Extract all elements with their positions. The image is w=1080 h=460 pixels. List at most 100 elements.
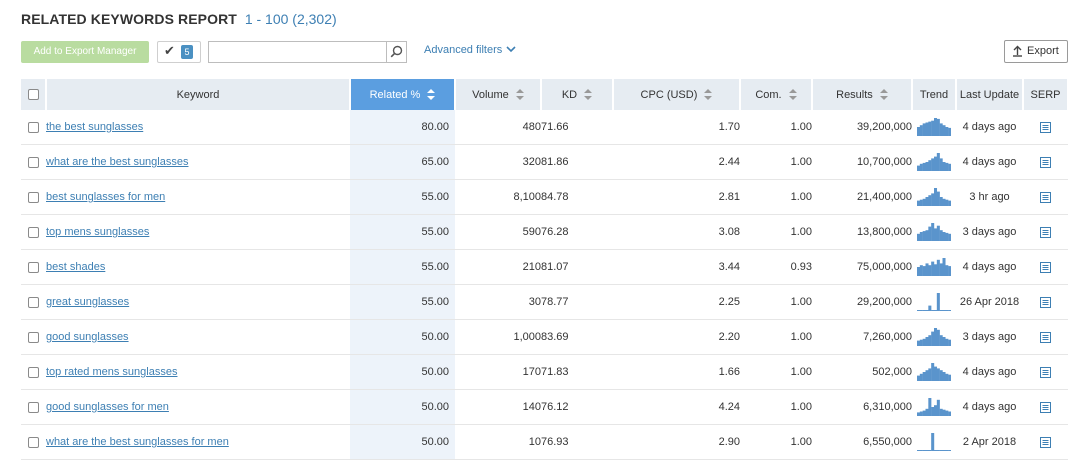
column-header-com[interactable]: Com. <box>740 79 813 110</box>
row-select-cell <box>21 424 46 460</box>
keyword-cell: the best sunglasses <box>46 110 350 145</box>
export-button[interactable]: Export <box>1004 40 1068 63</box>
column-header-trend: Trend <box>912 79 957 110</box>
serp-icon[interactable] <box>1040 366 1051 378</box>
trend-bar <box>948 310 951 311</box>
keyword-link[interactable]: top rated mens sunglasses <box>46 366 177 378</box>
column-header-cpc[interactable]: CPC (USD) <box>613 79 741 110</box>
results-cell: 75,000,000 <box>812 249 912 285</box>
trend-bar <box>934 366 938 381</box>
trend-bar <box>939 408 943 416</box>
trend-sparkline <box>917 363 951 381</box>
trend-bar <box>917 127 921 136</box>
keyword-link[interactable]: great sunglasses <box>46 296 129 308</box>
keyword-link[interactable]: what are the best sunglasses for men <box>46 436 229 448</box>
serp-icon[interactable] <box>1040 436 1051 448</box>
keyword-link[interactable]: what are the best sunglasses <box>46 156 188 168</box>
trend-bar <box>925 408 929 416</box>
last-update-cell: 4 days ago <box>956 249 1023 285</box>
trend-bar <box>917 200 921 206</box>
keyword-link[interactable]: top mens sunglasses <box>46 226 149 238</box>
trend-bar <box>925 263 929 276</box>
kd-cell: 76.28 <box>541 214 613 250</box>
search-input[interactable] <box>208 41 389 63</box>
serp-icon[interactable] <box>1040 401 1051 413</box>
table-row: best sunglasses for men 55.00 8,100 84.78 2.… <box>21 179 1068 215</box>
trend-bar <box>936 450 940 451</box>
cpc-cell: 2.90 <box>613 424 740 460</box>
trend-cell <box>912 214 956 250</box>
select-dropdown[interactable]: ✔ 5 <box>157 41 201 63</box>
cpc-cell: 2.20 <box>613 319 740 355</box>
row-checkbox[interactable] <box>28 191 39 203</box>
column-header-volume[interactable]: Volume <box>455 79 542 110</box>
column-header-keyword[interactable]: Keyword <box>46 79 351 110</box>
trend-bar <box>931 223 935 241</box>
trend-bar <box>928 398 932 416</box>
search-button[interactable] <box>386 41 407 63</box>
keyword-link[interactable]: best sunglasses for men <box>46 191 165 203</box>
trend-bar <box>925 122 929 136</box>
trend-sparkline <box>917 293 951 311</box>
kd-cell: 78.77 <box>541 284 613 320</box>
keyword-link[interactable]: good sunglasses <box>46 331 129 343</box>
trend-bar <box>936 191 940 206</box>
trend-bar <box>948 411 951 416</box>
trend-bar <box>948 339 951 346</box>
trend-bar <box>936 153 940 171</box>
row-checkbox[interactable] <box>28 436 39 448</box>
serp-icon[interactable] <box>1040 331 1051 343</box>
trend-bar <box>936 225 940 241</box>
row-checkbox[interactable] <box>28 331 39 343</box>
serp-cell <box>1023 179 1068 215</box>
trend-bar <box>919 339 923 346</box>
cpc-cell: 4.24 <box>613 389 740 425</box>
trend-bar <box>917 310 921 311</box>
advanced-filters-toggle[interactable]: Advanced filters <box>424 44 516 56</box>
trend-bar <box>917 375 921 381</box>
column-header-kd[interactable]: KD <box>541 79 614 110</box>
row-checkbox[interactable] <box>28 261 39 273</box>
row-checkbox[interactable] <box>28 401 39 413</box>
row-checkbox[interactable] <box>28 226 39 238</box>
row-checkbox[interactable] <box>28 121 39 133</box>
select-all-checkbox[interactable] <box>27 89 39 101</box>
kd-cell: 76.93 <box>541 424 613 460</box>
serp-icon[interactable] <box>1040 191 1051 203</box>
trend-bar <box>945 450 949 451</box>
column-header-results[interactable]: Results <box>812 79 913 110</box>
related-cell: 80.00 <box>350 110 455 145</box>
last-update-cell: 4 days ago <box>956 354 1023 390</box>
trend-bar <box>922 123 926 136</box>
trend-bar <box>948 233 951 241</box>
trend-bar <box>925 197 929 206</box>
row-checkbox[interactable] <box>28 156 39 168</box>
keyword-link[interactable]: the best sunglasses <box>46 121 143 133</box>
add-to-export-manager-button[interactable]: Add to Export Manager <box>21 41 149 63</box>
trend-bar <box>919 450 923 451</box>
cpc-cell: 1.70 <box>613 110 740 145</box>
volume-cell: 8,100 <box>455 179 541 215</box>
serp-icon[interactable] <box>1040 156 1051 168</box>
serp-cell <box>1023 249 1068 285</box>
trend-bar <box>922 410 926 416</box>
row-checkbox[interactable] <box>28 366 39 378</box>
serp-cell <box>1023 389 1068 425</box>
serp-icon[interactable] <box>1040 261 1051 273</box>
serp-icon[interactable] <box>1040 121 1051 133</box>
keywords-table: Keyword Related % Volume KD CPC (USD) Co… <box>21 79 1069 460</box>
keyword-cell: top mens sunglasses <box>46 214 350 250</box>
serp-cell <box>1023 110 1068 145</box>
row-select-cell <box>21 354 46 390</box>
table-row: top rated mens sunglasses 50.00 170 71.83 1.… <box>21 354 1068 390</box>
trend-bar <box>917 267 921 276</box>
column-header-related[interactable]: Related % <box>350 79 456 110</box>
trend-bar <box>942 409 946 416</box>
com-cell: 1.00 <box>740 179 812 215</box>
keyword-link[interactable]: good sunglasses for men <box>46 401 169 413</box>
serp-icon[interactable] <box>1040 296 1051 308</box>
serp-icon[interactable] <box>1040 226 1051 238</box>
sort-icon <box>515 89 524 101</box>
row-checkbox[interactable] <box>28 296 39 308</box>
keyword-link[interactable]: best shades <box>46 261 105 273</box>
